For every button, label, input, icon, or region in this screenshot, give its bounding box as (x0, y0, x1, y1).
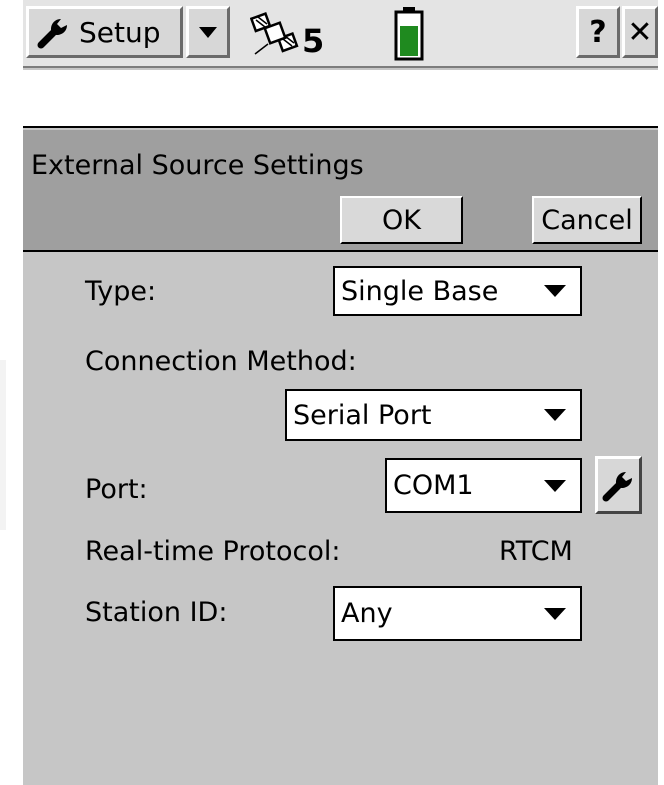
connection-method-value: Serial Port (293, 399, 432, 431)
port-label: Port: (85, 474, 148, 505)
chevron-down-icon (544, 479, 566, 492)
battery-icon (394, 7, 424, 61)
chevron-down-icon (544, 285, 566, 297)
menu-dropdown-button[interactable] (186, 6, 230, 58)
close-button[interactable]: ✕ (622, 6, 658, 58)
port-value: COM1 (393, 470, 474, 501)
type-label: Type: (85, 276, 157, 307)
chevron-down-icon (199, 26, 217, 38)
cancel-button[interactable]: Cancel (532, 196, 642, 244)
help-button[interactable]: ? (576, 6, 620, 58)
satellite-count: 5 (302, 22, 325, 60)
ok-button[interactable]: OK (340, 196, 463, 244)
realtime-protocol-value: RTCM (499, 536, 573, 567)
setup-menu-button[interactable]: Setup (26, 6, 183, 58)
left-shadow (0, 360, 6, 530)
station-id-dropdown[interactable]: Any (333, 586, 582, 641)
chevron-down-icon (544, 607, 566, 620)
wrench-icon (37, 19, 67, 49)
realtime-protocol-label: Real-time Protocol: (85, 536, 341, 567)
wrench-icon (602, 472, 632, 502)
connection-method-dropdown[interactable]: Serial Port (285, 389, 582, 441)
setup-menu-label: Setup (79, 15, 161, 49)
station-id-label: Station ID: (85, 597, 228, 628)
type-value: Single Base (341, 275, 499, 307)
connection-method-label: Connection Method: (85, 346, 357, 377)
battery-level (400, 26, 418, 56)
type-dropdown[interactable]: Single Base (333, 266, 582, 316)
satellite-icon (250, 12, 299, 55)
right-margin (658, 0, 664, 785)
dialog-title: External Source Settings (31, 150, 364, 181)
port-dropdown[interactable]: COM1 (385, 458, 582, 513)
status-strip (23, 70, 658, 128)
port-settings-button[interactable] (595, 456, 642, 514)
station-id-value: Any (341, 598, 393, 629)
chevron-down-icon (544, 409, 566, 421)
